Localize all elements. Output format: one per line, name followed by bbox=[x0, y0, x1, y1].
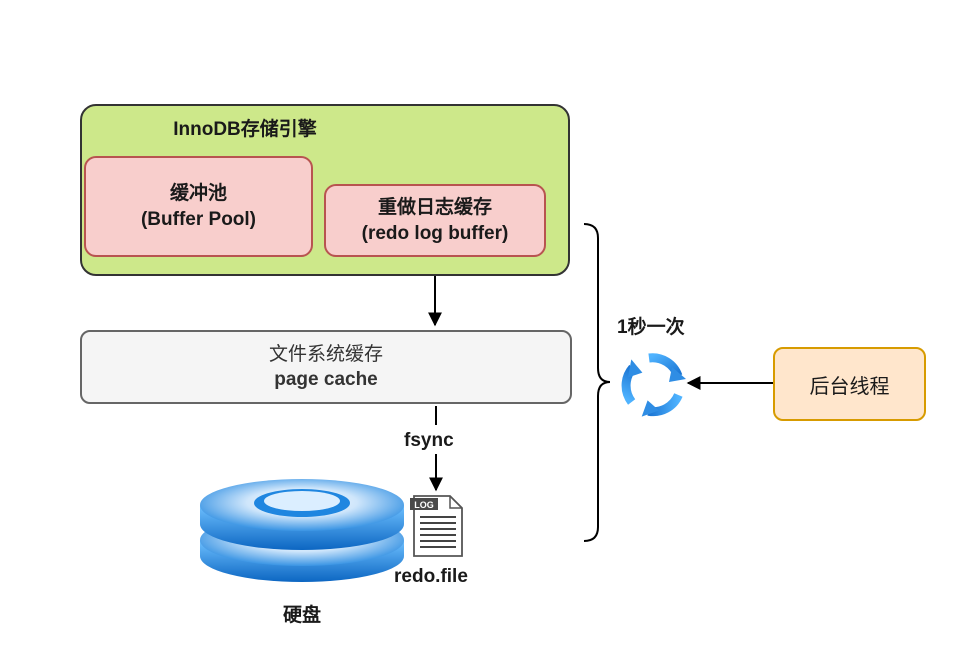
curly-brace bbox=[583, 223, 611, 542]
buffer-pool-title: 缓冲池 bbox=[169, 182, 227, 204]
page-cache-title: 文件系统缓存 bbox=[268, 344, 383, 365]
diagram-graphics: LOG bbox=[200, 223, 773, 582]
background-thread-label: 后台线程 bbox=[809, 375, 890, 398]
page-cache-subtitle: page cache bbox=[274, 369, 378, 390]
log-tag-text: LOG bbox=[414, 500, 434, 510]
innodb-title: InnoDB存储引擎 bbox=[173, 119, 317, 140]
hard-disk-icon bbox=[200, 479, 404, 582]
redo-file-label: redo.file bbox=[394, 566, 468, 587]
buffer-pool-subtitle: (Buffer Pool) bbox=[140, 208, 257, 230]
buffer-pool-box: 缓冲池 (Buffer Pool) bbox=[84, 156, 313, 257]
redo-log-buffer-title: 重做日志缓存 bbox=[377, 196, 492, 218]
redo-log-buffer-box: 重做日志缓存 (redo log buffer) bbox=[324, 184, 546, 257]
redo-log-buffer-subtitle: (redo log buffer) bbox=[361, 222, 509, 244]
interval-label: 1秒一次 bbox=[617, 317, 685, 338]
log-file-icon: LOG bbox=[410, 495, 463, 557]
page-cache-box: 文件系统缓存 page cache bbox=[80, 330, 572, 404]
fsync-label: fsync bbox=[404, 430, 454, 451]
refresh-cycle-icon bbox=[621, 353, 686, 417]
disk-label: 硬盘 bbox=[283, 605, 322, 626]
background-thread-box: 后台线程 bbox=[773, 347, 926, 421]
